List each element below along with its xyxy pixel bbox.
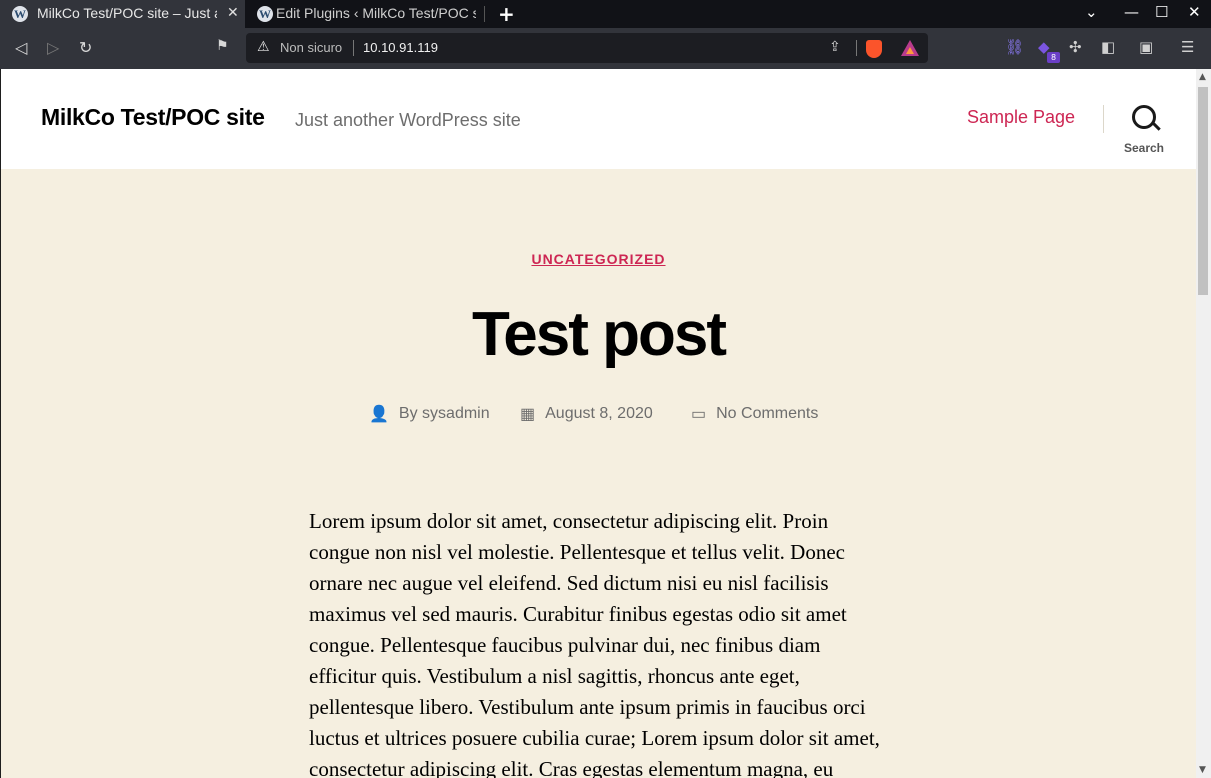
browser-toolbar: ◁ ▷ ↻ ⚑ ⚠ Non sicuro 10.10.91.119 ⇪ ⛓ ◆ … (0, 28, 1211, 69)
brave-rewards-icon[interactable] (901, 40, 919, 56)
warning-icon[interactable]: ⚠ (257, 39, 270, 55)
comments-link[interactable]: No Comments (716, 405, 818, 423)
security-status[interactable]: Non sicuro (280, 40, 342, 55)
menu-icon[interactable]: ☰ (1181, 38, 1194, 56)
site-title[interactable]: MilkCo Test/POC site (41, 104, 265, 131)
scroll-down-arrow-icon[interactable]: ▼ (1199, 765, 1206, 775)
share-icon[interactable]: ⇪ (829, 39, 841, 55)
post-category: UNCATEGORIZED (1, 249, 1196, 268)
bookmark-icon[interactable]: ⚑ (216, 38, 229, 54)
address-divider (856, 40, 857, 56)
site-description: Just another WordPress site (295, 110, 521, 130)
wallet-icon[interactable]: ▣ (1139, 38, 1153, 56)
back-icon[interactable]: ◁ (15, 38, 27, 57)
site-header: MilkCo Test/POC site Just another WordPr… (1, 69, 1196, 169)
tab-milkco-site[interactable]: W MilkCo Test/POC site – Just another Wo… (0, 0, 245, 28)
page-scrollbar[interactable]: ▲ ▼ (1196, 69, 1211, 778)
person-icon: 👤 (369, 406, 389, 423)
nav-divider (1103, 105, 1104, 133)
post-date: ▦ August 8, 2020 (520, 404, 653, 424)
post-title: Test post (472, 300, 727, 369)
date-link[interactable]: August 8, 2020 (545, 405, 653, 423)
extension-link-icon[interactable]: ⛓ (1005, 38, 1024, 56)
search-icon (1132, 105, 1156, 129)
url-text[interactable]: 10.10.91.119 (363, 40, 438, 55)
address-bar[interactable]: ⚠ Non sicuro 10.10.91.119 ⇪ (246, 33, 928, 63)
maximize-button[interactable]: ☐ (1155, 3, 1168, 21)
address-divider (353, 40, 354, 56)
close-tab-icon[interactable]: ✕ (227, 4, 239, 21)
tab-list-chevron-icon[interactable]: ⌄ (1085, 3, 1098, 21)
comment-icon: ▭ (691, 406, 707, 423)
tab-title: MilkCo Test/POC site – Just another Word… (37, 5, 217, 21)
scrollbar-thumb[interactable] (1198, 87, 1208, 295)
tab-divider (484, 6, 485, 22)
search-toggle-button[interactable]: Search (1119, 105, 1169, 155)
search-label: Search (1123, 141, 1165, 155)
sidebar-icon[interactable]: ◧ (1101, 38, 1115, 56)
wordpress-icon: W (12, 6, 28, 22)
tab-edit-plugins[interactable]: W Edit Plugins ‹ MilkCo Test/POC site — … (245, 0, 485, 28)
wordpress-icon: W (257, 6, 273, 22)
forward-icon[interactable]: ▷ (47, 38, 59, 57)
tab-title: Edit Plugins ‹ MilkCo Test/POC site — Wo… (276, 5, 476, 21)
scroll-up-arrow-icon[interactable]: ▲ (1199, 72, 1206, 82)
new-tab-button[interactable]: + (498, 2, 515, 26)
minimize-button[interactable]: — (1124, 3, 1139, 21)
post-author: 👤 By sysadmin (369, 404, 490, 424)
calendar-icon: ▦ (520, 406, 536, 423)
post-content: Lorem ipsum dolor sit amet, consectetur … (309, 509, 880, 778)
close-window-button[interactable]: ✕ (1188, 3, 1201, 21)
nav-sample-page-link[interactable]: Sample Page (967, 107, 1075, 128)
post-comments: ▭ No Comments (691, 404, 818, 424)
category-link[interactable]: UNCATEGORIZED (531, 251, 665, 267)
author-link[interactable]: By sysadmin (399, 405, 490, 423)
reload-icon[interactable]: ↻ (79, 38, 92, 57)
brave-shields-icon[interactable] (866, 40, 882, 58)
extensions-icon[interactable]: ✣ (1069, 38, 1082, 56)
extension-badge: 8 (1047, 52, 1060, 63)
tab-strip: W MilkCo Test/POC site – Just another Wo… (0, 0, 1211, 28)
web-page: MilkCo Test/POC site Just another WordPr… (1, 69, 1196, 778)
